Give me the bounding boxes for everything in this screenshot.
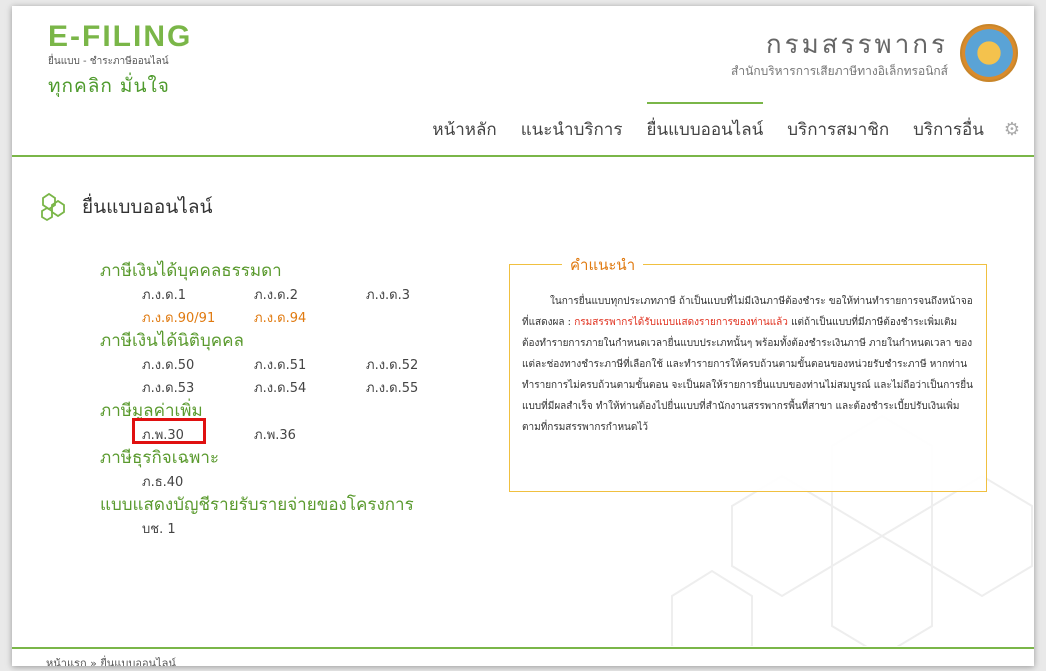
page-frame: E-FILING ยื่นแบบ - ชำระภาษีออนไลน์ ทุกคล… <box>12 6 1034 666</box>
footer-divider <box>12 647 1034 649</box>
nav-item-member-services[interactable]: บริการสมาชิก <box>787 114 889 145</box>
category-corporate-income-tax: ภาษีเงินได้นิติบุคคล <box>100 331 244 351</box>
org-subtitle: สำนักบริหารการเสียภาษีทางอิเล็กทรอนิกส์ <box>731 64 948 78</box>
form-row: บช. 1 <box>100 517 520 540</box>
category-project-account-statement: แบบแสดงบัญชีรายรับรายจ่ายของโครงการ <box>100 495 414 515</box>
org-header: กรมสรรพากร สำนักบริหารการเสียภาษีทางอิเล… <box>538 24 1018 88</box>
org-name: กรมสรรพากร <box>765 30 948 60</box>
hexagon-icon <box>41 192 65 222</box>
form-link-pnd90-91[interactable]: ภ.ง.ด.90/91 <box>142 307 254 328</box>
form-link-pnd51[interactable]: ภ.ง.ด.51 <box>254 354 366 375</box>
logo-title: E-FILING <box>48 20 193 53</box>
form-link-pnd94[interactable]: ภ.ง.ด.94 <box>254 307 366 328</box>
advice-box: คำแนะนำ ในการยื่นแบบทุกประเภทภาษี ถ้าเป็… <box>509 253 987 492</box>
advice-text-part2: แต่ถ้าเป็นแบบที่มีภาษีต้องชำระเพิ่มเติม … <box>522 317 973 433</box>
revenue-department-seal-icon[interactable] <box>960 24 1018 82</box>
nav-item-other-services[interactable]: บริการอื่น <box>913 114 984 145</box>
nav-item-home[interactable]: หน้าหลัก <box>432 114 496 145</box>
form-link-pnd3[interactable]: ภ.ง.ด.3 <box>366 284 478 305</box>
category-personal-income-tax: ภาษีเงินได้บุคคลธรรมดา <box>100 261 282 281</box>
form-link-pp30[interactable]: ภ.พ.30 <box>132 418 254 445</box>
form-row: ภ.ธ.40 <box>100 470 520 493</box>
form-row: ภ.ง.ด.1 ภ.ง.ด.2 ภ.ง.ด.3 <box>100 283 520 306</box>
page-title: ยื่นแบบออนไลน์ <box>82 196 213 218</box>
form-row: ภ.พ.30 ภ.พ.36 <box>100 418 520 446</box>
form-link-pnd55[interactable]: ภ.ง.ด.55 <box>366 377 478 398</box>
form-link-pt40[interactable]: ภ.ธ.40 <box>142 471 254 492</box>
advice-title: คำแนะนำ <box>562 253 644 277</box>
logo-subtitle: ยื่นแบบ - ชำระภาษีออนไลน์ <box>48 56 169 67</box>
nav-divider <box>12 155 1034 157</box>
form-link-pnd54[interactable]: ภ.ง.ด.54 <box>254 377 366 398</box>
logo-slogan: ทุกคลิก มั่นใจ <box>48 75 170 97</box>
advice-text: ในการยื่นแบบทุกประเภทภาษี ถ้าเป็นแบบที่ไ… <box>522 291 974 438</box>
advice-text-highlight: กรมสรรพากรได้รับแบบแสดงรายการของท่านแล้ว <box>574 317 788 328</box>
main-nav: หน้าหลัก แนะนำบริการ ยื่นแบบออนไลน์ บริก… <box>408 102 1020 145</box>
form-link-pnd1[interactable]: ภ.ง.ด.1 <box>142 284 254 305</box>
form-link-pnd2[interactable]: ภ.ง.ด.2 <box>254 284 366 305</box>
form-link-bch1[interactable]: บช. 1 <box>142 518 254 539</box>
form-link-pnd52[interactable]: ภ.ง.ด.52 <box>366 354 478 375</box>
form-link-pnd50[interactable]: ภ.ง.ด.50 <box>142 354 254 375</box>
form-list: ภาษีเงินได้บุคคลธรรมดา ภ.ง.ด.1 ภ.ง.ด.2 ภ… <box>100 259 520 540</box>
page-heading: ยื่นแบบออนไลน์ <box>40 192 213 222</box>
nav-item-service-intro[interactable]: แนะนำบริการ <box>521 114 623 145</box>
category-specific-business-tax: ภาษีธุรกิจเฉพาะ <box>100 448 219 468</box>
form-row: ภ.ง.ด.50 ภ.ง.ด.51 ภ.ง.ด.52 <box>100 353 520 376</box>
efiling-logo[interactable]: E-FILING ยื่นแบบ - ชำระภาษีออนไลน์ ทุกคล… <box>48 22 192 101</box>
form-link-pp36[interactable]: ภ.พ.36 <box>254 424 366 445</box>
nav-item-online-filing[interactable]: ยื่นแบบออนไลน์ <box>646 102 763 145</box>
form-row: ภ.ง.ด.53 ภ.ง.ด.54 ภ.ง.ด.55 <box>100 376 520 399</box>
form-row: ภ.ง.ด.90/91 ภ.ง.ด.94 <box>100 306 520 329</box>
form-link-pnd53[interactable]: ภ.ง.ด.53 <box>142 377 254 398</box>
breadcrumb[interactable]: หน้าแรก » ยื่นแบบออนไลน์ <box>46 654 176 666</box>
gear-icon[interactable]: ⚙ <box>1004 119 1020 140</box>
